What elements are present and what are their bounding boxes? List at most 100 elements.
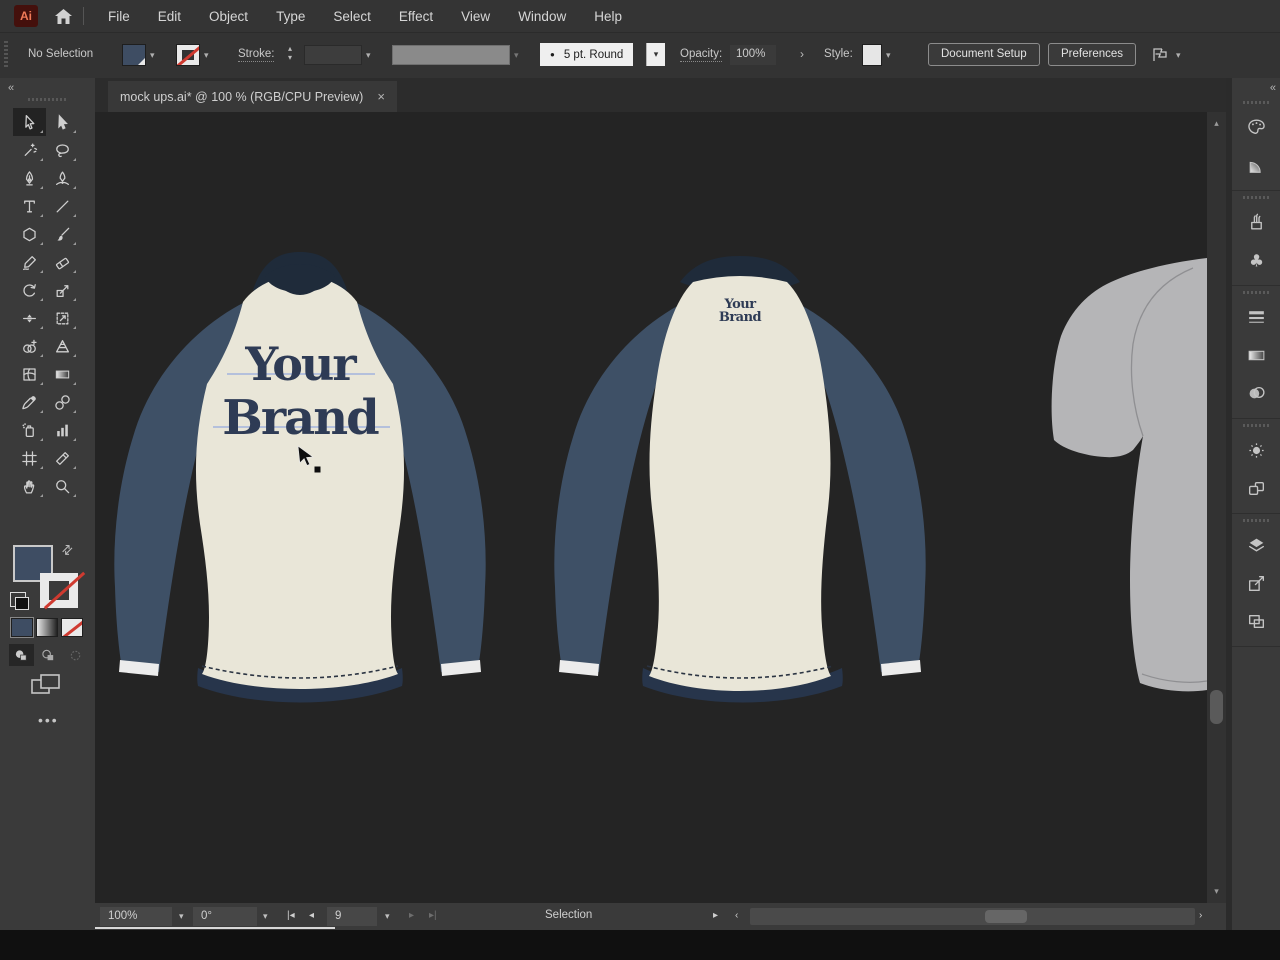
tool-hand[interactable] [13, 472, 46, 500]
stroke-color-indicator[interactable] [40, 573, 78, 608]
tool-symbol-sprayer[interactable] [13, 416, 46, 444]
tool-polygon[interactable] [13, 220, 46, 248]
prev-artboard-icon[interactable]: ◂ [309, 910, 314, 921]
rotation-field[interactable]: 0° [193, 907, 257, 926]
style-dropdown-icon[interactable]: ▾ [886, 50, 891, 61]
workspace-dropdown-icon[interactable]: ▾ [1176, 50, 1181, 61]
tool-slice[interactable] [46, 444, 79, 472]
panel-group-grip[interactable] [1243, 101, 1269, 104]
panel-layers-button[interactable] [1232, 526, 1280, 564]
zoom-dropdown-icon[interactable]: ▾ [179, 911, 184, 922]
menu-type[interactable]: Type [262, 9, 319, 24]
tool-magic-wand[interactable] [13, 136, 46, 164]
panel-graphic-styles-button[interactable] [1232, 469, 1280, 507]
toolbar-collapse-icon[interactable]: « [8, 82, 12, 94]
color-mode-button[interactable] [11, 618, 33, 637]
width-profile-field[interactable] [392, 45, 510, 65]
status-expand-icon[interactable]: ▸ [713, 910, 718, 921]
scroll-down-icon[interactable]: ▾ [1207, 886, 1226, 897]
draw-inside-button[interactable] [63, 644, 88, 666]
tool-line-segment[interactable] [46, 192, 79, 220]
stroke-dropdown-icon[interactable]: ▾ [204, 50, 209, 61]
horizontal-scrollbar-thumb[interactable] [985, 910, 1027, 923]
artboard-dropdown-icon[interactable]: ▾ [385, 911, 390, 922]
tool-eraser[interactable] [46, 248, 79, 276]
tool-zoom[interactable] [46, 472, 79, 500]
tool-type[interactable] [13, 192, 46, 220]
menu-edit[interactable]: Edit [144, 9, 195, 24]
menu-view[interactable]: View [447, 9, 504, 24]
workspace-icon[interactable] [1150, 45, 1170, 70]
panel-gradient-button[interactable] [1232, 336, 1280, 374]
opacity-label[interactable]: Opacity: [680, 48, 722, 62]
dock-collapse-icon[interactable]: « [1270, 82, 1274, 94]
document-setup-button[interactable]: Document Setup [928, 43, 1040, 66]
edit-toolbar-icon[interactable]: ••• [38, 712, 59, 728]
fill-color-swatch[interactable] [122, 44, 146, 66]
brush-definition-field[interactable]: ● 5 pt. Round [540, 43, 633, 66]
stroke-weight-field[interactable] [304, 45, 362, 65]
tool-pen[interactable] [13, 164, 46, 192]
panel-color-guide-button[interactable] [1232, 146, 1280, 184]
tool-artboard[interactable] [13, 444, 46, 472]
panel-stroke-button[interactable] [1232, 298, 1280, 336]
tool-shape-builder[interactable] [13, 332, 46, 360]
screen-mode-icon[interactable] [30, 672, 62, 703]
menu-window[interactable]: Window [504, 9, 580, 24]
draw-behind-button[interactable] [36, 644, 61, 666]
tool-blend[interactable] [46, 388, 79, 416]
stroke-weight-stepper[interactable]: ▴▾ [288, 44, 292, 62]
menu-object[interactable]: Object [195, 9, 262, 24]
panel-group-grip[interactable] [1243, 291, 1269, 294]
control-bar-grip[interactable] [4, 41, 8, 69]
first-artboard-icon[interactable]: |◂ [287, 910, 295, 921]
vertical-scrollbar-thumb[interactable] [1210, 690, 1223, 724]
tool-column-graph[interactable] [46, 416, 79, 444]
illustrator-logo-icon[interactable]: Ai [14, 5, 38, 27]
menu-effect[interactable]: Effect [385, 9, 447, 24]
canvas[interactable]: Your Brand Your Brand [95, 112, 1207, 903]
menu-file[interactable]: File [94, 9, 144, 24]
tool-direct-selection[interactable] [46, 108, 79, 136]
scroll-up-icon[interactable]: ▴ [1207, 118, 1226, 129]
stroke-color-swatch[interactable] [176, 44, 200, 66]
stroke-label[interactable]: Stroke: [238, 48, 274, 62]
tool-selection[interactable] [13, 108, 46, 136]
document-tab[interactable]: mock ups.ai* @ 100 % (RGB/CPU Preview) × [108, 81, 397, 112]
menu-select[interactable]: Select [319, 9, 385, 24]
panel-group-grip[interactable] [1243, 196, 1269, 199]
fill-dropdown-icon[interactable]: ▾ [150, 50, 155, 61]
tool-paintbrush[interactable] [46, 220, 79, 248]
menu-help[interactable]: Help [580, 9, 636, 24]
stroke-weight-dropdown-icon[interactable]: ▾ [366, 50, 371, 61]
panel-artboards-button[interactable] [1232, 602, 1280, 640]
panel-appearance-button[interactable] [1232, 431, 1280, 469]
panel-symbols-button[interactable]: ♣ [1232, 241, 1280, 279]
tool-lasso[interactable] [46, 136, 79, 164]
panel-asset-export-button[interactable] [1232, 564, 1280, 602]
style-swatch[interactable] [862, 44, 882, 66]
tool-gradient[interactable] [46, 360, 79, 388]
opacity-more-icon[interactable]: › [800, 47, 804, 61]
vertical-scrollbar[interactable]: ▴ ▾ [1207, 112, 1226, 903]
tool-rotate[interactable] [13, 276, 46, 304]
tool-perspective-grid[interactable] [46, 332, 79, 360]
tool-free-transform[interactable] [46, 304, 79, 332]
gradient-mode-button[interactable] [36, 618, 58, 637]
tool-width[interactable] [13, 304, 46, 332]
preferences-button[interactable]: Preferences [1048, 43, 1136, 66]
last-artboard-icon[interactable]: ▸| [429, 910, 437, 921]
toolbar-grip[interactable] [28, 98, 68, 101]
tab-close-icon[interactable]: × [377, 89, 385, 104]
width-profile-dropdown-icon[interactable]: ▾ [514, 50, 519, 61]
rotation-dropdown-icon[interactable]: ▾ [263, 911, 268, 922]
hscroll-left-icon[interactable]: ‹ [735, 910, 738, 921]
tool-scale[interactable] [46, 276, 79, 304]
hscroll-right-icon[interactable]: › [1199, 910, 1202, 921]
zoom-level-field[interactable]: 100% [100, 907, 172, 926]
tool-curvature[interactable] [46, 164, 79, 192]
panel-transparency-button[interactable] [1232, 374, 1280, 412]
horizontal-scrollbar[interactable] [750, 908, 1195, 925]
brush-dropdown-icon[interactable]: ▾ [646, 43, 665, 66]
tool-shaper[interactable] [13, 248, 46, 276]
